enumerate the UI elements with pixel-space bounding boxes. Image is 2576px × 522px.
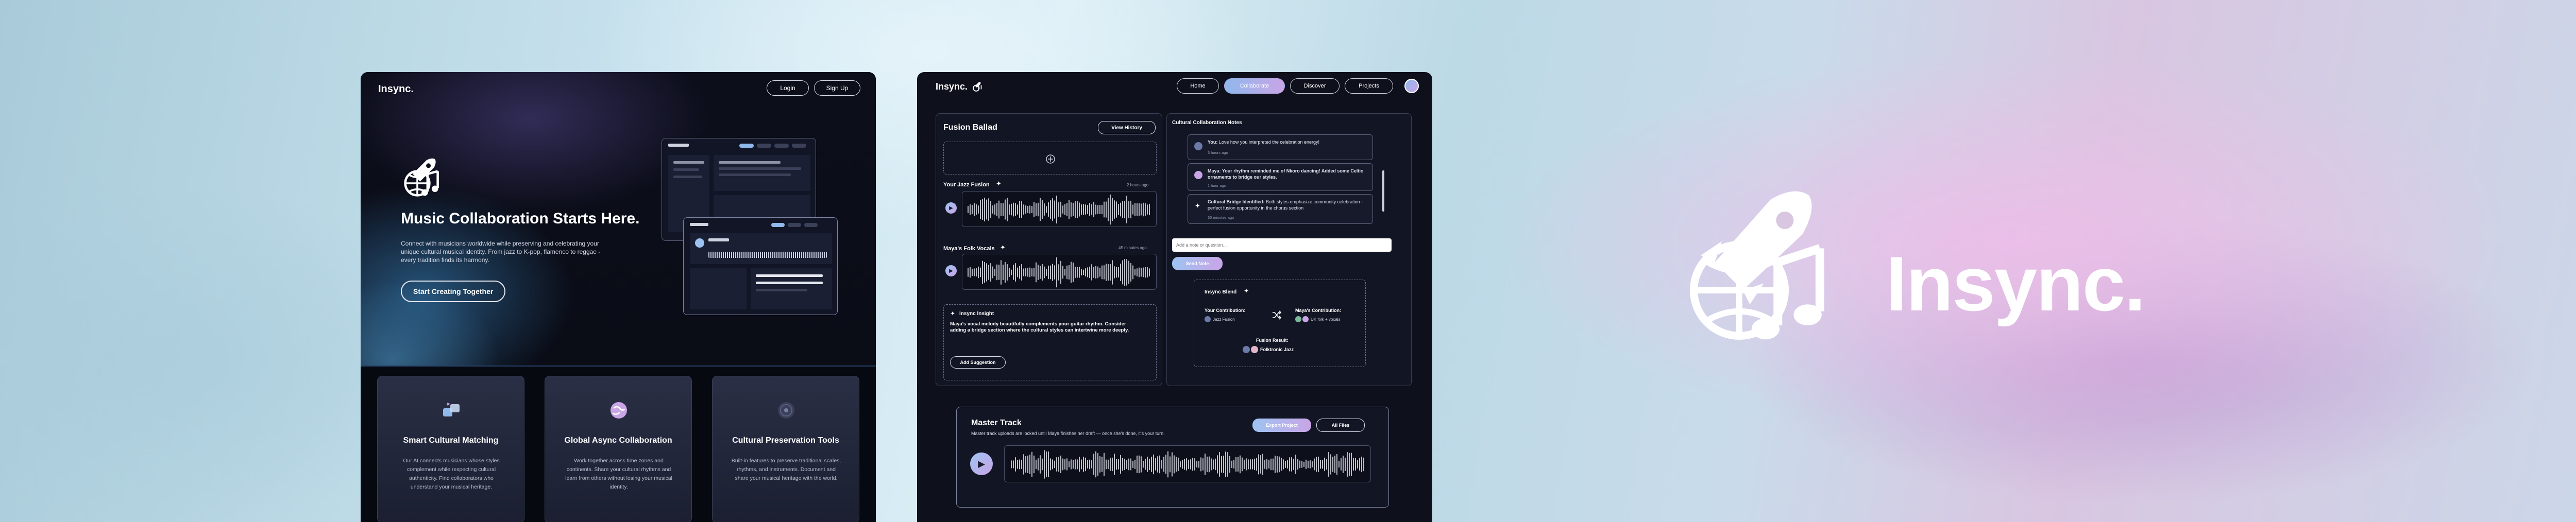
note-text: Cultural Bridge Identified: Both styles … <box>1208 199 1363 211</box>
master-track-panel: Master Track Master track uploads are lo… <box>956 407 1389 508</box>
master-subtitle: Master track uploads are locked until Ma… <box>971 431 1165 436</box>
add-suggestion-button[interactable]: Add Suggestion <box>950 356 1006 369</box>
nav-collaborate[interactable]: Collaborate <box>1224 78 1285 94</box>
project-panel: Fusion Ballad View History Your Jazz Fus… <box>936 113 1162 386</box>
card-description: Built-in features to preserve traditiona… <box>731 458 841 481</box>
master-title: Master Track <box>971 419 1022 427</box>
hero-section: Insync. Login Sign Up Music Collaboratio… <box>361 72 876 366</box>
features-section: Smart Cultural Matching Our AI connects … <box>361 366 876 522</box>
all-files-button[interactable]: All Files <box>1316 419 1365 432</box>
brand-logo[interactable]: Insync. <box>378 83 414 95</box>
waveform-track-1[interactable] <box>962 191 1157 227</box>
project-title: Fusion Ballad <box>943 123 997 132</box>
note-item: ✦ Cultural Bridge Identified: Both style… <box>1188 194 1373 224</box>
rocket-globe-music-icon <box>973 82 982 92</box>
card-title: Cultural Preservation Tools <box>732 436 839 445</box>
play-button[interactable]: ▶ <box>945 202 957 214</box>
note-text: Maya: Your rhythm reminded me of Nkoro d… <box>1208 168 1363 180</box>
plus-circle-icon <box>1046 154 1055 164</box>
waveform-graphic <box>1011 450 1364 479</box>
note-time: 30 minutes ago <box>1208 215 1234 220</box>
tag-avatar <box>1205 316 1211 322</box>
sparkle-icon: ✦ <box>1195 202 1200 210</box>
nav-discover[interactable]: Discover <box>1290 78 1340 94</box>
waveform-graphic <box>968 257 1150 288</box>
match-icon <box>443 403 460 416</box>
note-text: You: Love how you interpreted the celebr… <box>1208 140 1319 145</box>
fusion-result-value: Folktronic Jazz <box>1260 347 1294 352</box>
brand-wordmark: Insync. <box>1886 240 2146 327</box>
sparkle-icon: ✦ <box>996 180 1002 187</box>
nav-projects[interactable]: Projects <box>1345 78 1393 94</box>
tag-avatar <box>1251 346 1258 353</box>
collaborate-page-panel: Insync. Home Collaborate Discover Projec… <box>917 72 1432 522</box>
hero-title: Music Collaboration Starts Here. <box>401 210 640 227</box>
card-description: Our AI connects musicians whose styles c… <box>403 458 500 490</box>
brand-logo[interactable]: Insync. <box>936 81 968 92</box>
insight-title: Insync Insight <box>959 311 994 317</box>
feature-card-async: Global Async Collaboration Work together… <box>545 376 692 522</box>
sparkle-icon: ✦ <box>1244 287 1249 294</box>
fusion-result-label: Fusion Result: <box>1256 338 1289 343</box>
blend-title: Insync Blend <box>1205 289 1237 295</box>
note-item: You: Love how you interpreted the celebr… <box>1188 134 1373 160</box>
note-time: 1 hour ago <box>1208 183 1226 188</box>
sparkle-icon: ✦ <box>1000 243 1006 251</box>
login-button[interactable]: Login <box>767 80 809 96</box>
tag-avatar <box>1243 346 1250 353</box>
tag-avatar <box>1302 316 1309 322</box>
shuffle-icon <box>1273 310 1282 320</box>
insight-text: Maya's vocal melody beautifully compleme… <box>950 321 1129 333</box>
feature-card-matching: Smart Cultural Matching Our AI connects … <box>377 376 524 522</box>
master-waveform[interactable] <box>1004 445 1371 482</box>
track-time: 45 minutes ago <box>1118 246 1147 250</box>
hero-subtitle: Connect with musicians worldwide while p… <box>401 240 601 264</box>
notes-title: Cultural Collaboration Notes <box>1172 120 1242 126</box>
preview-screenshot-front <box>683 217 838 315</box>
card-description: Work together across time zones and cont… <box>565 458 672 490</box>
track-label: Maya's Folk Vocals <box>943 246 995 252</box>
play-button[interactable]: ▶ <box>945 265 957 276</box>
note-time: 3 hours ago <box>1208 150 1228 155</box>
avatar <box>1194 171 1202 179</box>
send-note-button[interactable]: Send Note <box>1172 257 1223 270</box>
start-creating-button[interactable]: Start Creating Together <box>401 281 506 302</box>
rocket-globe-music-icon <box>1689 191 1824 340</box>
card-title: Smart Cultural Matching <box>403 436 499 445</box>
tag-avatar <box>1295 316 1301 322</box>
note-input[interactable] <box>1172 238 1392 252</box>
landing-page-panel: Insync. Login Sign Up Music Collaboratio… <box>361 72 876 522</box>
signup-button[interactable]: Sign Up <box>814 80 860 96</box>
rocket-globe-music-icon <box>404 158 439 197</box>
master-play-button[interactable]: ▶ <box>970 453 993 475</box>
vinyl-record-icon <box>778 402 794 419</box>
maya-contribution-label: Maya's Contribution: <box>1295 308 1342 313</box>
track-time: 2 hours ago <box>1127 183 1149 187</box>
user-avatar[interactable] <box>1404 79 1419 93</box>
maya-contribution-value: UK folk + vocals <box>1311 317 1341 322</box>
sparkle-icon: ✦ <box>950 310 956 317</box>
track-label: Your Jazz Fusion <box>943 182 990 188</box>
your-contribution-value: Jazz Fusion <box>1213 317 1235 322</box>
feature-card-preservation: Cultural Preservation Tools Built-in fea… <box>712 376 859 522</box>
card-title: Global Async Collaboration <box>564 436 672 445</box>
top-nav: Insync. Home Collaborate Discover Projec… <box>917 72 1432 104</box>
avatar <box>1194 142 1202 150</box>
your-contribution-label: Your Contribution: <box>1205 308 1246 313</box>
waveform-track-2[interactable] <box>962 254 1157 290</box>
insync-insight-box: ✦ Insync Insight Maya's vocal melody bea… <box>943 304 1157 380</box>
note-item: Maya: Your rhythm reminded me of Nkoro d… <box>1188 163 1373 191</box>
insync-blend-box: Insync Blend ✦ Your Contribution: Jazz F… <box>1194 280 1366 367</box>
waveform-graphic <box>968 194 1150 225</box>
export-project-button[interactable]: Export Project <box>1252 419 1311 432</box>
globe-icon <box>611 402 627 419</box>
view-history-button[interactable]: View History <box>1098 121 1156 134</box>
scrollbar[interactable] <box>1382 170 1384 212</box>
notes-panel: Cultural Collaboration Notes You: Love h… <box>1166 113 1412 386</box>
nav-home[interactable]: Home <box>1177 78 1219 94</box>
upload-dropzone[interactable] <box>943 142 1157 175</box>
